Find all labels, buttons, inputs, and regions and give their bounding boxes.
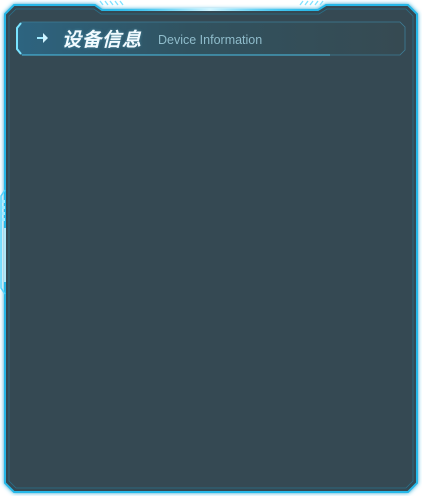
top-left-hash-decoration	[99, 0, 124, 6]
top-right-hash-decoration	[299, 0, 324, 6]
panel-title: 设备信息	[62, 29, 143, 51]
top-center-glow	[102, 8, 318, 11]
chevron-right-arrow-icon	[37, 33, 48, 43]
panel-subtitle: Device Information	[158, 33, 263, 47]
panel-header: 设备信息 Device Information	[17, 22, 405, 55]
panel-content-area	[10, 62, 412, 484]
device-info-panel: 设备信息 Device Information	[0, 0, 422, 496]
